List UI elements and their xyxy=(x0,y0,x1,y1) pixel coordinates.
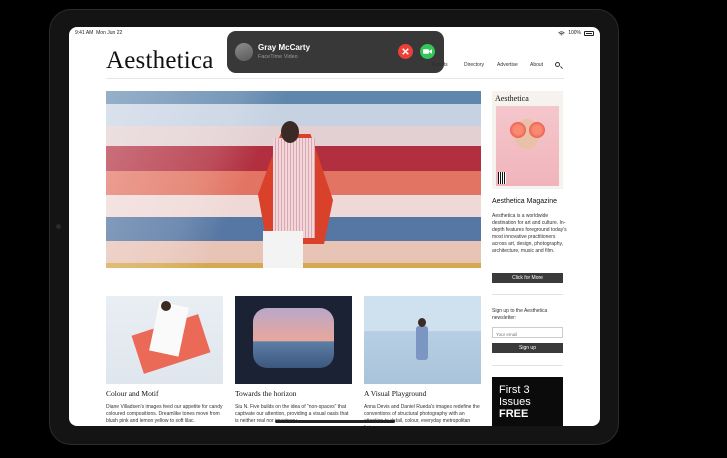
decline-call-icon xyxy=(402,48,409,55)
status-time-date: 9:41 AM Mon Jun 22 xyxy=(75,30,122,36)
card-image-a-visual-playground[interactable] xyxy=(364,296,481,384)
newsletter-prompt: Sign up to the Aesthetica newsletter: xyxy=(492,308,548,321)
email-field[interactable] xyxy=(492,327,563,338)
card-title-towards-the-horizon[interactable]: Towards the horizon xyxy=(235,389,297,398)
sidebar-divider-2 xyxy=(492,365,563,366)
magazine-description: Aesthetica is a worldwide destination fo… xyxy=(492,213,567,254)
card-image-towards-the-horizon[interactable] xyxy=(235,296,352,384)
promo-line-1: First 3 xyxy=(499,384,530,396)
status-date: Mon Jun 22 xyxy=(96,30,123,36)
battery-icon xyxy=(584,30,594,36)
cover-title: Aesthetica xyxy=(495,94,529,103)
magazine-cover[interactable]: Aesthetica xyxy=(492,91,563,189)
caller-avatar xyxy=(235,43,253,61)
card-text-colour-and-motif: Diane Villadsen's images feed our appeti… xyxy=(106,404,223,424)
free-issues-promo[interactable]: First 3 Issues FREE xyxy=(492,377,563,426)
decline-call-button[interactable] xyxy=(398,44,413,59)
sidebar-divider xyxy=(492,294,563,295)
facetime-banner[interactable]: Gray McCarty FaceTime Video xyxy=(227,31,444,73)
hero-image[interactable] xyxy=(106,91,481,268)
wifi-icon xyxy=(558,30,565,35)
home-indicator[interactable] xyxy=(275,420,395,423)
cover-lens-right xyxy=(529,122,545,138)
card-image-colour-and-motif[interactable] xyxy=(106,296,223,384)
accept-video-button[interactable] xyxy=(420,44,435,59)
site-logo[interactable]: Aesthetica xyxy=(106,47,214,75)
call-type: FaceTime Video xyxy=(258,54,298,60)
caller-name: Gray McCarty xyxy=(258,43,311,52)
barcode-icon xyxy=(498,172,506,184)
video-camera-icon xyxy=(423,49,432,54)
battery-percent: 100% xyxy=(568,30,581,36)
card-title-a-visual-playground[interactable]: A Visual Playground xyxy=(364,389,426,398)
ipad-screen: 9:41 AM Mon Jun 22 100% Aesthetica Award… xyxy=(69,27,600,426)
nav-advertise[interactable]: Advertise xyxy=(497,62,518,68)
header-divider xyxy=(106,78,564,79)
front-camera xyxy=(56,224,61,229)
signup-button[interactable]: Sign up xyxy=(492,343,563,353)
promo-line-3: FREE xyxy=(499,408,529,420)
nav-directory[interactable]: Directory xyxy=(464,62,484,68)
promo-line-2: Issues xyxy=(499,396,531,408)
search-icon[interactable] xyxy=(555,62,560,67)
hero-figure-legs xyxy=(263,231,303,268)
cover-lens-left xyxy=(510,122,526,138)
magazine-title: Aesthetica Magazine xyxy=(492,198,557,205)
status-indicators: 100% xyxy=(558,30,594,36)
hero-figure-shirt xyxy=(273,138,315,238)
status-time: 9:41 AM xyxy=(75,30,94,36)
nav-about[interactable]: About xyxy=(530,62,543,68)
hero-figure-head xyxy=(281,121,299,143)
card-title-colour-and-motif[interactable]: Colour and Motif xyxy=(106,389,159,398)
click-for-more-button[interactable]: Click for More xyxy=(492,273,563,283)
